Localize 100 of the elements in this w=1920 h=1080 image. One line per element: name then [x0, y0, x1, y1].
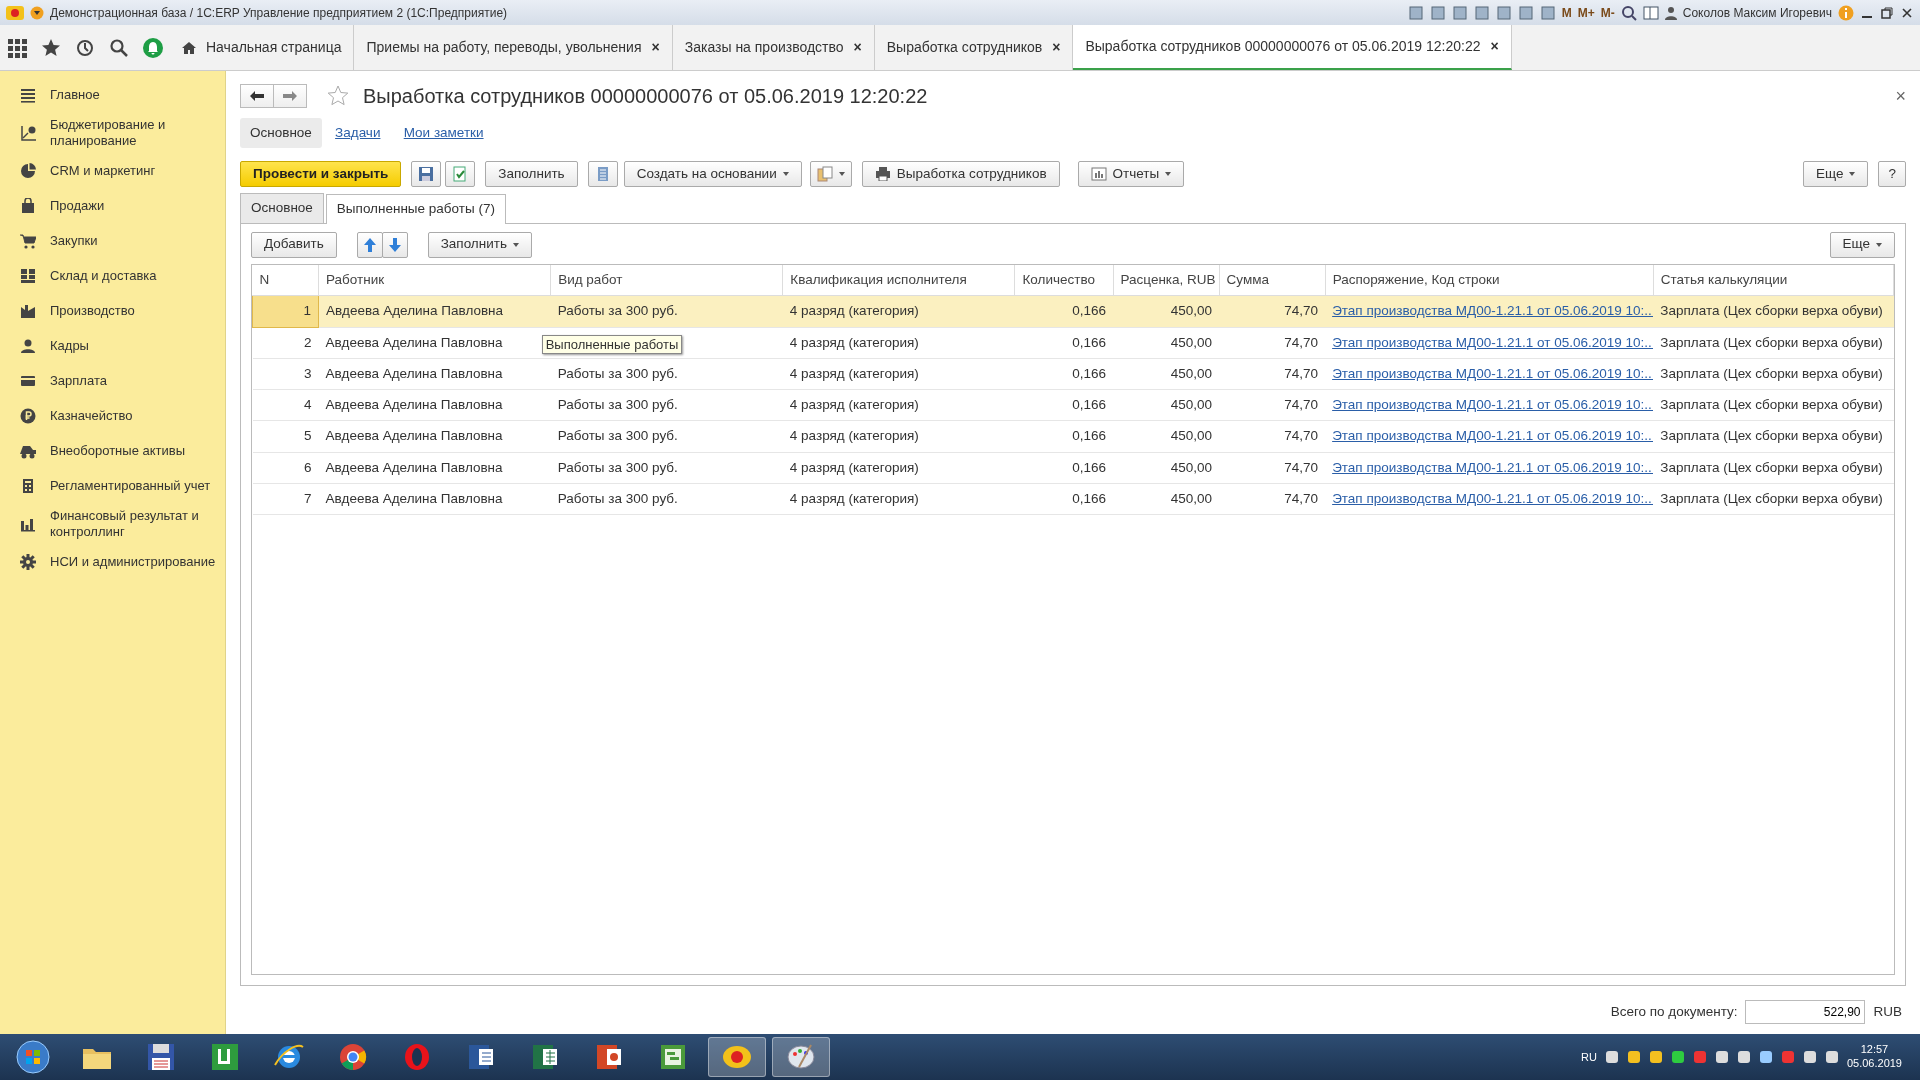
column-header[interactable]: N [252, 265, 319, 296]
table-cell: Авдеева Аделина Павловна [318, 420, 551, 452]
tray-icon[interactable] [1802, 1050, 1817, 1064]
back-button[interactable] [240, 84, 274, 108]
section-tab[interactable]: Задачи [325, 117, 391, 148]
table-cell: 0,166 [1014, 327, 1113, 359]
order-link[interactable]: Этап производства МД00-1.21.1 от 05.06.2019 10:... [1332, 365, 1654, 381]
close-tab-icon[interactable]: × [1490, 36, 1499, 57]
sidebar-item[interactable]: Зарплата [0, 363, 225, 399]
column-header[interactable]: Статья калькуляции [1653, 265, 1894, 296]
star-icon[interactable] [41, 37, 61, 58]
toolbar-icon[interactable] [1539, 4, 1556, 21]
tab[interactable]: Основное [240, 193, 324, 223]
toolbar-icon[interactable] [1517, 4, 1534, 21]
column-header[interactable]: Расценка, RUB [1113, 265, 1220, 296]
more-button[interactable]: Еще [1829, 231, 1895, 258]
sidebar-item[interactable]: Закупки [0, 223, 225, 259]
tray-icon[interactable] [1736, 1050, 1751, 1064]
move-up-button[interactable] [356, 231, 383, 258]
sidebar-item[interactable]: НСИ и администрирование [0, 544, 225, 580]
sidebar-item[interactable]: Продажи [0, 188, 225, 224]
sidebar-item[interactable]: Финансовый результат и контроллинг [0, 503, 225, 545]
column-header[interactable]: Работник [318, 265, 551, 296]
memory-button[interactable]: M [1561, 3, 1572, 22]
section-tab[interactable]: Мои заметки [393, 117, 494, 148]
clock-time[interactable]: 12:57 [1846, 1043, 1902, 1057]
fill-button[interactable]: Заполнить [485, 160, 578, 187]
create-based-on-button[interactable]: Создать на основании [623, 160, 802, 187]
table-cell: 4 разряд (категория) [782, 420, 1015, 452]
tray-icon[interactable] [1714, 1050, 1729, 1064]
fill-button[interactable]: Заполнить [427, 231, 532, 258]
history-icon[interactable] [75, 37, 95, 58]
table-cell: 4 [252, 389, 319, 421]
more-button[interactable]: Еще [1803, 160, 1869, 187]
close-tab-icon[interactable]: × [853, 37, 862, 58]
memory-button[interactable]: M+ [1577, 3, 1595, 22]
tray-icon[interactable] [1824, 1050, 1839, 1064]
bell-icon[interactable] [143, 37, 163, 58]
sidebar-item[interactable]: Главное [0, 77, 225, 112]
tray-icon[interactable] [1604, 1050, 1619, 1064]
toolbar-icon[interactable] [1495, 4, 1512, 21]
sidebar-item[interactable]: CRM и маркетинг [0, 153, 225, 189]
table-cell: 450,00 [1113, 358, 1220, 390]
tray-icon[interactable] [1758, 1050, 1773, 1064]
save-icon [418, 165, 435, 182]
tab[interactable]: Выработка сотрудников 00000000076 от 05.06.2019 12:20:22 × [1073, 25, 1512, 70]
sidebar-item[interactable]: Казначейство [0, 398, 225, 434]
help-button[interactable]: ? [1878, 160, 1906, 187]
column-header[interactable]: Распоряжение, Код строки [1325, 265, 1654, 296]
sidebar-item[interactable]: Регламентированный учет [0, 468, 225, 504]
close-button[interactable]: × [1895, 82, 1906, 110]
sidebar-item[interactable]: Бюджетирование и планирование [0, 112, 225, 154]
tray-icon[interactable] [1626, 1050, 1641, 1064]
order-link[interactable]: Этап производства МД00-1.21.1 от 05.06.2019 10:... [1332, 334, 1654, 350]
apps-grid-icon[interactable] [7, 37, 27, 58]
sidebar-item[interactable]: Внеоборотные активы [0, 433, 225, 469]
tab[interactable]: Выполненные работы (7) [325, 194, 506, 224]
move-down-button[interactable] [381, 231, 408, 258]
toolbar-icon[interactable] [1473, 4, 1490, 21]
order-link[interactable]: Этап производства МД00-1.21.1 от 05.06.2019 10:... [1332, 459, 1654, 475]
search-icon[interactable] [109, 37, 129, 58]
dropdown-icon[interactable] [30, 5, 44, 20]
sidebar-item[interactable]: Кадры [0, 328, 225, 364]
toolbar-button[interactable] [445, 160, 476, 187]
post-and-close-button[interactable]: Провести и закрыть [240, 160, 402, 187]
order-link[interactable]: Этап производства МД00-1.21.1 от 05.06.2019 10:... [1332, 397, 1654, 412]
table-cell: 6 [252, 452, 319, 484]
sidebar-item[interactable]: Склад и доставка [0, 258, 225, 294]
close-tab-icon[interactable]: × [1052, 37, 1061, 58]
toolbar-button[interactable] [411, 160, 442, 187]
order-link[interactable]: Этап производства МД00-1.21.1 от 05.06.2019 10:... [1332, 428, 1654, 444]
toolbar-icon[interactable] [1429, 4, 1446, 21]
toolbar-icon[interactable] [1407, 4, 1424, 21]
column-header[interactable]: Вид работ [550, 265, 783, 296]
section-tab[interactable]: Основное [240, 117, 322, 148]
toolbar-button[interactable] [587, 160, 618, 187]
language-indicator[interactable]: RU [1581, 1048, 1597, 1066]
panel-icon[interactable] [1642, 4, 1659, 21]
toolbar-icon[interactable] [1451, 4, 1468, 21]
table-cell: Зарплата (Цех сборки верха обуви) [1653, 483, 1894, 515]
close-icon[interactable] [1900, 5, 1914, 20]
memory-button[interactable]: M- [1600, 3, 1615, 22]
star-icon[interactable] [327, 85, 349, 107]
column-header[interactable]: Квалификация исполнителя [782, 265, 1015, 296]
total-field[interactable]: 522,90 [1745, 1000, 1866, 1024]
sidebar-item[interactable]: Производство [0, 293, 225, 329]
reports-button[interactable]: Отчеты [1077, 160, 1185, 187]
tray-icon[interactable] [1648, 1050, 1663, 1064]
print-button[interactable]: Выработка сотрудников [861, 160, 1060, 187]
user-name[interactable]: Соколов Максим Игоревич [1682, 3, 1832, 22]
column-header[interactable]: Количество [1014, 265, 1113, 296]
add-button[interactable]: Добавить [251, 231, 337, 258]
tray-icon[interactable] [1670, 1050, 1685, 1064]
table-cell: 4 разряд (категория) [782, 452, 1015, 484]
zoom-icon[interactable] [1620, 4, 1637, 21]
column-header[interactable]: Сумма [1219, 265, 1326, 296]
close-tab-icon[interactable]: × [651, 37, 660, 58]
clock-date[interactable]: 05.06.2019 [1846, 1057, 1902, 1071]
order-link[interactable]: Этап производства МД00-1.21.1 от 05.06.2019 10:... [1332, 490, 1654, 506]
restore-icon[interactable] [1880, 5, 1894, 20]
